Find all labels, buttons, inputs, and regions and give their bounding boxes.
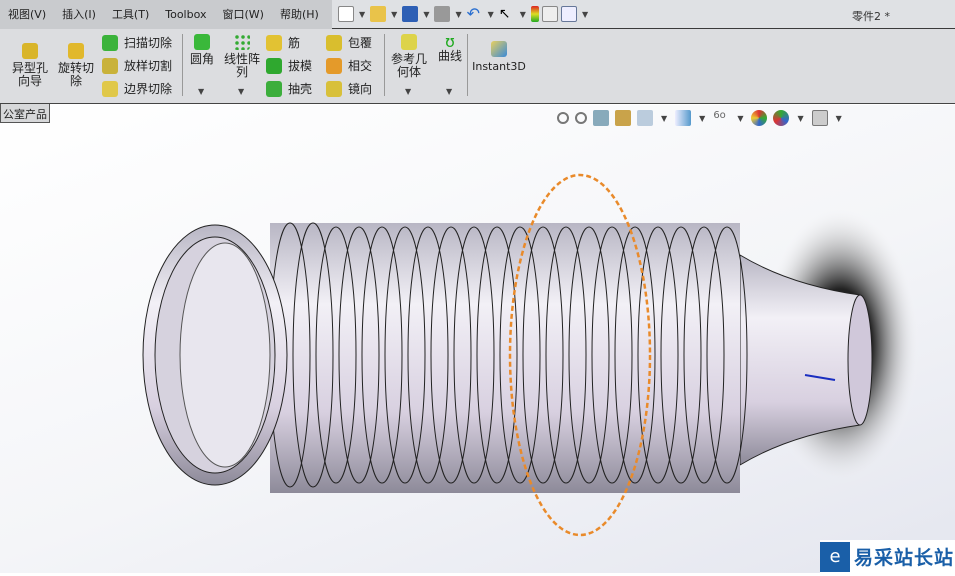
boundary-cut-button[interactable]: 边界切除 xyxy=(102,80,172,97)
select-icon[interactable]: ↖ xyxy=(499,6,515,22)
shell-icon xyxy=(266,80,282,97)
menu-tools[interactable]: 工具(T) xyxy=(104,6,157,22)
view-heads-up-toolbar: ▼ ▼ 6o ▼ ▼ ▼ xyxy=(557,110,844,126)
separator xyxy=(467,34,468,96)
wrap-button[interactable]: 包覆 xyxy=(326,34,372,51)
fillet-button[interactable]: 圆角 xyxy=(188,34,216,66)
watermark: e 易采站长站 xyxy=(820,540,955,573)
menu-window[interactable]: 窗口(W) xyxy=(215,6,272,22)
rebuild-icon[interactable] xyxy=(530,6,539,22)
instant3d-icon xyxy=(491,41,507,57)
undo-icon[interactable]: ↶ xyxy=(467,6,483,22)
reference-geometry-button[interactable]: 参考几何体 xyxy=(390,34,428,79)
sweep-cut-icon xyxy=(102,34,118,51)
open-icon[interactable] xyxy=(370,6,387,22)
sweep-cut-button[interactable]: 扫描切除 xyxy=(102,34,172,51)
graphics-viewport[interactable] xyxy=(0,105,955,573)
boundary-cut-icon xyxy=(102,80,118,97)
save-icon[interactable] xyxy=(402,6,419,22)
tab-office-products[interactable]: 公室产品 xyxy=(0,104,50,123)
fillet-icon xyxy=(194,34,210,50)
separator xyxy=(182,34,183,96)
features-ribbon: 异型孔向导 旋转切除 扫描切除 放样切割 边界切除 圆角 ▼ 线性阵列 ▼ 筋 … xyxy=(0,29,955,104)
wrap-icon xyxy=(326,34,342,51)
separator xyxy=(384,34,385,96)
section-view-icon[interactable] xyxy=(615,110,631,126)
instant3d-button[interactable]: Instant3D xyxy=(472,41,526,73)
view-orientation-icon[interactable] xyxy=(637,110,653,126)
reference-geometry-icon xyxy=(401,34,417,50)
curves-button[interactable]: ʊ 曲线 xyxy=(436,34,464,63)
menu-toolbox[interactable]: Toolbox xyxy=(157,8,214,21)
shell-button[interactable]: 抽壳 xyxy=(266,80,312,97)
hole-wizard-icon xyxy=(22,43,38,59)
linear-pattern-icon xyxy=(234,34,250,50)
draft-button[interactable]: 拔模 xyxy=(266,57,312,74)
revolve-cut-icon xyxy=(68,43,84,59)
view-settings-icon[interactable] xyxy=(811,110,828,126)
menu-insert[interactable]: 插入(I) xyxy=(54,6,104,22)
document-title: 零件2 * xyxy=(852,10,890,23)
curves-icon: ʊ xyxy=(445,32,455,51)
intersect-button[interactable]: 相交 xyxy=(326,57,372,74)
options-icon[interactable] xyxy=(560,6,577,22)
intersect-icon xyxy=(326,57,342,74)
mirror-icon xyxy=(326,80,342,97)
zoom-to-area-icon[interactable] xyxy=(575,112,587,124)
print-icon[interactable] xyxy=(434,6,451,22)
rib-button[interactable]: 筋 xyxy=(266,34,300,51)
zoom-to-fit-icon[interactable] xyxy=(557,112,569,124)
apply-scene-icon[interactable] xyxy=(773,110,790,126)
linear-pattern-button[interactable]: 线性阵列 xyxy=(222,34,262,79)
menu-help[interactable]: 帮助(H) xyxy=(272,6,327,22)
hide-show-items-icon[interactable]: 6o xyxy=(713,110,729,126)
ribbed-body xyxy=(270,223,740,493)
bellows-model xyxy=(142,173,920,537)
mirror-button[interactable]: 镜向 xyxy=(326,80,372,97)
new-document-icon[interactable] xyxy=(338,6,354,22)
file-properties-icon[interactable] xyxy=(541,6,558,22)
draft-icon xyxy=(266,57,282,74)
revolve-cut-button[interactable]: 旋转切除 xyxy=(56,43,96,88)
loft-cut-button[interactable]: 放样切割 xyxy=(102,57,172,74)
hole-wizard-button[interactable]: 异型孔向导 xyxy=(10,43,50,88)
display-style-icon[interactable] xyxy=(675,110,692,126)
loft-cut-icon xyxy=(102,57,118,74)
menu-view[interactable]: 视图(V) xyxy=(0,6,54,22)
watermark-logo-icon: e xyxy=(820,541,850,572)
menu-bar: 视图(V) 插入(I) 工具(T) Toolbox 窗口(W) 帮助(H) ▼ … xyxy=(0,0,955,29)
previous-view-icon[interactable] xyxy=(593,110,609,126)
edit-appearance-icon[interactable] xyxy=(751,110,768,126)
rib-icon xyxy=(266,34,282,51)
